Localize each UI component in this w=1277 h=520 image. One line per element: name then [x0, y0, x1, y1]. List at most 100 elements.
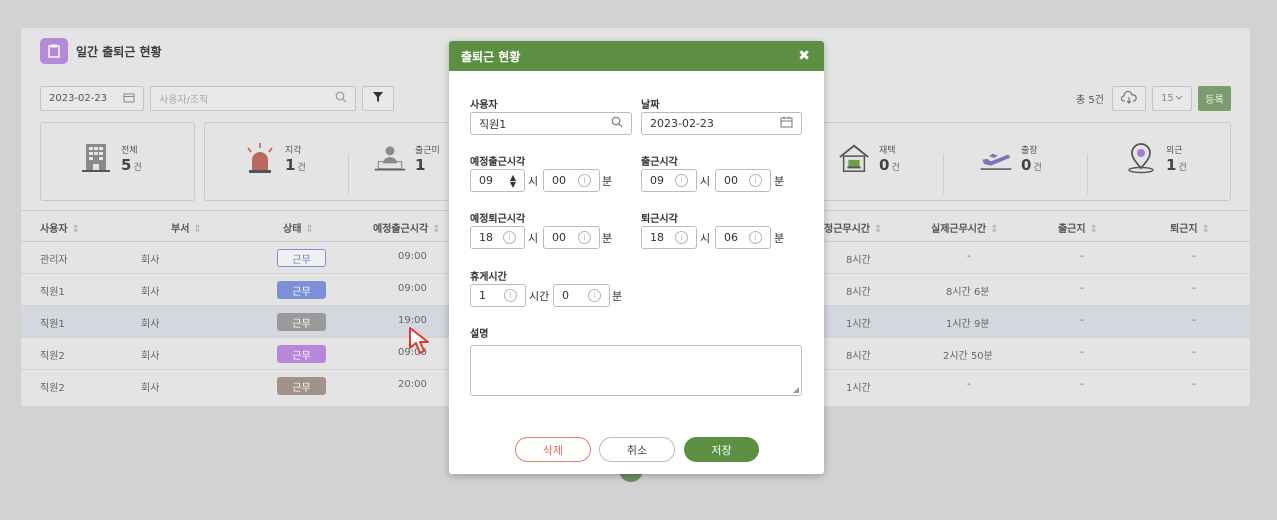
- column-header-actual-hours[interactable]: 실제근무시간 ⇕: [931, 220, 999, 235]
- column-header-check-out-place[interactable]: 퇴근지 ⇕: [1170, 220, 1210, 235]
- stepper-value: 09: [650, 174, 664, 187]
- filter-icon: [372, 91, 384, 106]
- attendance-modal: 출퇴근 현황 ✖ 사용자 직원1 날짜 2023-02-23 예정출근시각 09…: [449, 41, 824, 474]
- start-hour-stepper[interactable]: 09 i: [641, 169, 697, 192]
- building-icon: [79, 142, 113, 174]
- hour-unit: 시: [528, 232, 539, 245]
- page-size-select[interactable]: 15: [1152, 86, 1192, 111]
- cell-user: 직원2: [40, 383, 65, 394]
- stat-remote[interactable]: 재택 0건: [837, 142, 900, 174]
- register-button[interactable]: 등록: [1198, 86, 1231, 111]
- download-button[interactable]: [1112, 86, 1146, 111]
- info-icon: i: [749, 174, 762, 187]
- stepper-value: 00: [552, 231, 566, 244]
- delete-button[interactable]: 삭제: [515, 437, 591, 462]
- stat-label: 출근미: [415, 145, 440, 156]
- stat-business-trip[interactable]: 출장 0건: [979, 142, 1042, 174]
- planned-end-minute-stepper[interactable]: 00 i: [543, 226, 600, 249]
- sort-icon: ⇕: [432, 224, 441, 235]
- cancel-button[interactable]: 취소: [599, 437, 675, 462]
- hour-unit: 시: [700, 175, 711, 188]
- calendar-icon[interactable]: [780, 116, 793, 131]
- planned-end-label: 예정퇴근시각: [470, 214, 526, 225]
- map-pin-icon: [1124, 142, 1158, 174]
- stepper-value: 06: [724, 231, 738, 244]
- column-header-planned-start[interactable]: 예정출근시각 ⇕: [373, 220, 441, 235]
- stepper-value: 00: [552, 174, 566, 187]
- info-icon: i: [588, 289, 601, 302]
- planned-start-hour-stepper[interactable]: 09 ▲ ▼: [470, 169, 525, 192]
- search-icon[interactable]: [611, 116, 623, 131]
- date-label: 날짜: [641, 100, 660, 111]
- stepper-value: 0: [562, 289, 569, 302]
- divider: [943, 154, 944, 194]
- save-button[interactable]: 저장: [684, 437, 759, 462]
- date-picker[interactable]: 2023-02-23: [40, 86, 144, 111]
- cell-actual-hours: -: [967, 379, 971, 390]
- cloud-download-icon: [1120, 90, 1137, 107]
- status-badge: 근무: [277, 313, 326, 331]
- stat-total[interactable]: 전체 5건: [79, 142, 142, 174]
- cell-dept: 회사: [141, 383, 160, 394]
- description-textarea[interactable]: ◢: [470, 345, 802, 396]
- date-value: 2023-02-23: [650, 117, 714, 130]
- cell-user: 직원1: [40, 287, 65, 298]
- modal-header: 출퇴근 현황 ✖: [449, 41, 824, 71]
- info-icon: i: [675, 174, 688, 187]
- cell-actual-hours: 8시간 6분: [946, 287, 990, 298]
- cell-dept: 회사: [141, 351, 160, 362]
- cell-planned-start: 20:00: [398, 379, 427, 390]
- stat-label: 외근: [1166, 145, 1183, 156]
- column-header-check-in-place[interactable]: 출근지 ⇕: [1058, 220, 1098, 235]
- cell-planned-hours: 1시간: [846, 383, 871, 394]
- end-label: 퇴근시각: [641, 214, 678, 225]
- sort-icon: ⇕: [305, 224, 314, 235]
- planned-start-minute-stepper[interactable]: 00 i: [543, 169, 600, 192]
- sort-icon: ⇕: [1089, 224, 1098, 235]
- user-field[interactable]: 직원1: [470, 112, 632, 135]
- info-icon: i: [504, 289, 517, 302]
- break-hour-stepper[interactable]: 1 i: [470, 284, 526, 307]
- stepper-value: 18: [479, 231, 493, 244]
- end-minute-stepper[interactable]: 06 i: [715, 226, 771, 249]
- page-size-value: 15: [1161, 93, 1174, 104]
- sort-icon: ⇕: [990, 224, 999, 235]
- search-input[interactable]: 사용자/조직: [150, 86, 356, 111]
- column-header-user[interactable]: 사용자 ⇕: [40, 220, 80, 235]
- cell-actual-hours: -: [967, 251, 971, 262]
- cell-user: 관리자: [40, 255, 68, 266]
- column-header-status[interactable]: 상태 ⇕: [283, 220, 314, 235]
- date-field[interactable]: 2023-02-23: [641, 112, 802, 135]
- column-header-dept[interactable]: 부서 ⇕: [171, 220, 202, 235]
- stat-value: 5: [121, 155, 132, 174]
- break-minute-stepper[interactable]: 0 i: [553, 284, 610, 307]
- stat-value: 0: [879, 155, 890, 174]
- minute-unit: 분: [612, 290, 623, 303]
- filter-button[interactable]: [362, 86, 394, 111]
- description-label: 설명: [470, 329, 489, 340]
- home-work-icon: [837, 142, 871, 174]
- stepper-value: 18: [650, 231, 664, 244]
- stat-late[interactable]: 지각 1건: [243, 142, 306, 174]
- info-icon: i: [578, 174, 591, 187]
- alarm-siren-icon: [243, 142, 277, 174]
- planned-end-hour-stepper[interactable]: 18 i: [470, 226, 525, 249]
- stat-field-work[interactable]: 외근 1건: [1124, 142, 1187, 174]
- stat-not-checked-in[interactable]: 출근미 1: [373, 142, 440, 174]
- cell-planned-start: 09:00: [398, 251, 427, 262]
- search-icon[interactable]: [335, 91, 347, 106]
- planned-start-label: 예정출근시각: [470, 157, 526, 168]
- column-header-planned-hours[interactable]: 정근무시간 ⇕: [824, 220, 882, 235]
- start-minute-stepper[interactable]: 00 i: [715, 169, 771, 192]
- sort-icon: ⇕: [874, 224, 883, 235]
- cell-user: 직원2: [40, 351, 65, 362]
- minute-unit: 분: [602, 175, 613, 188]
- spinner-arrows-icon[interactable]: ▲ ▼: [510, 173, 516, 188]
- close-icon[interactable]: ✖: [798, 48, 810, 64]
- info-icon: i: [749, 231, 762, 244]
- airplane-icon: [979, 142, 1013, 174]
- stat-label: 지각: [285, 145, 302, 156]
- stat-unit: 건: [891, 162, 900, 173]
- resize-handle-icon[interactable]: ◢: [793, 385, 799, 394]
- end-hour-stepper[interactable]: 18 i: [641, 226, 697, 249]
